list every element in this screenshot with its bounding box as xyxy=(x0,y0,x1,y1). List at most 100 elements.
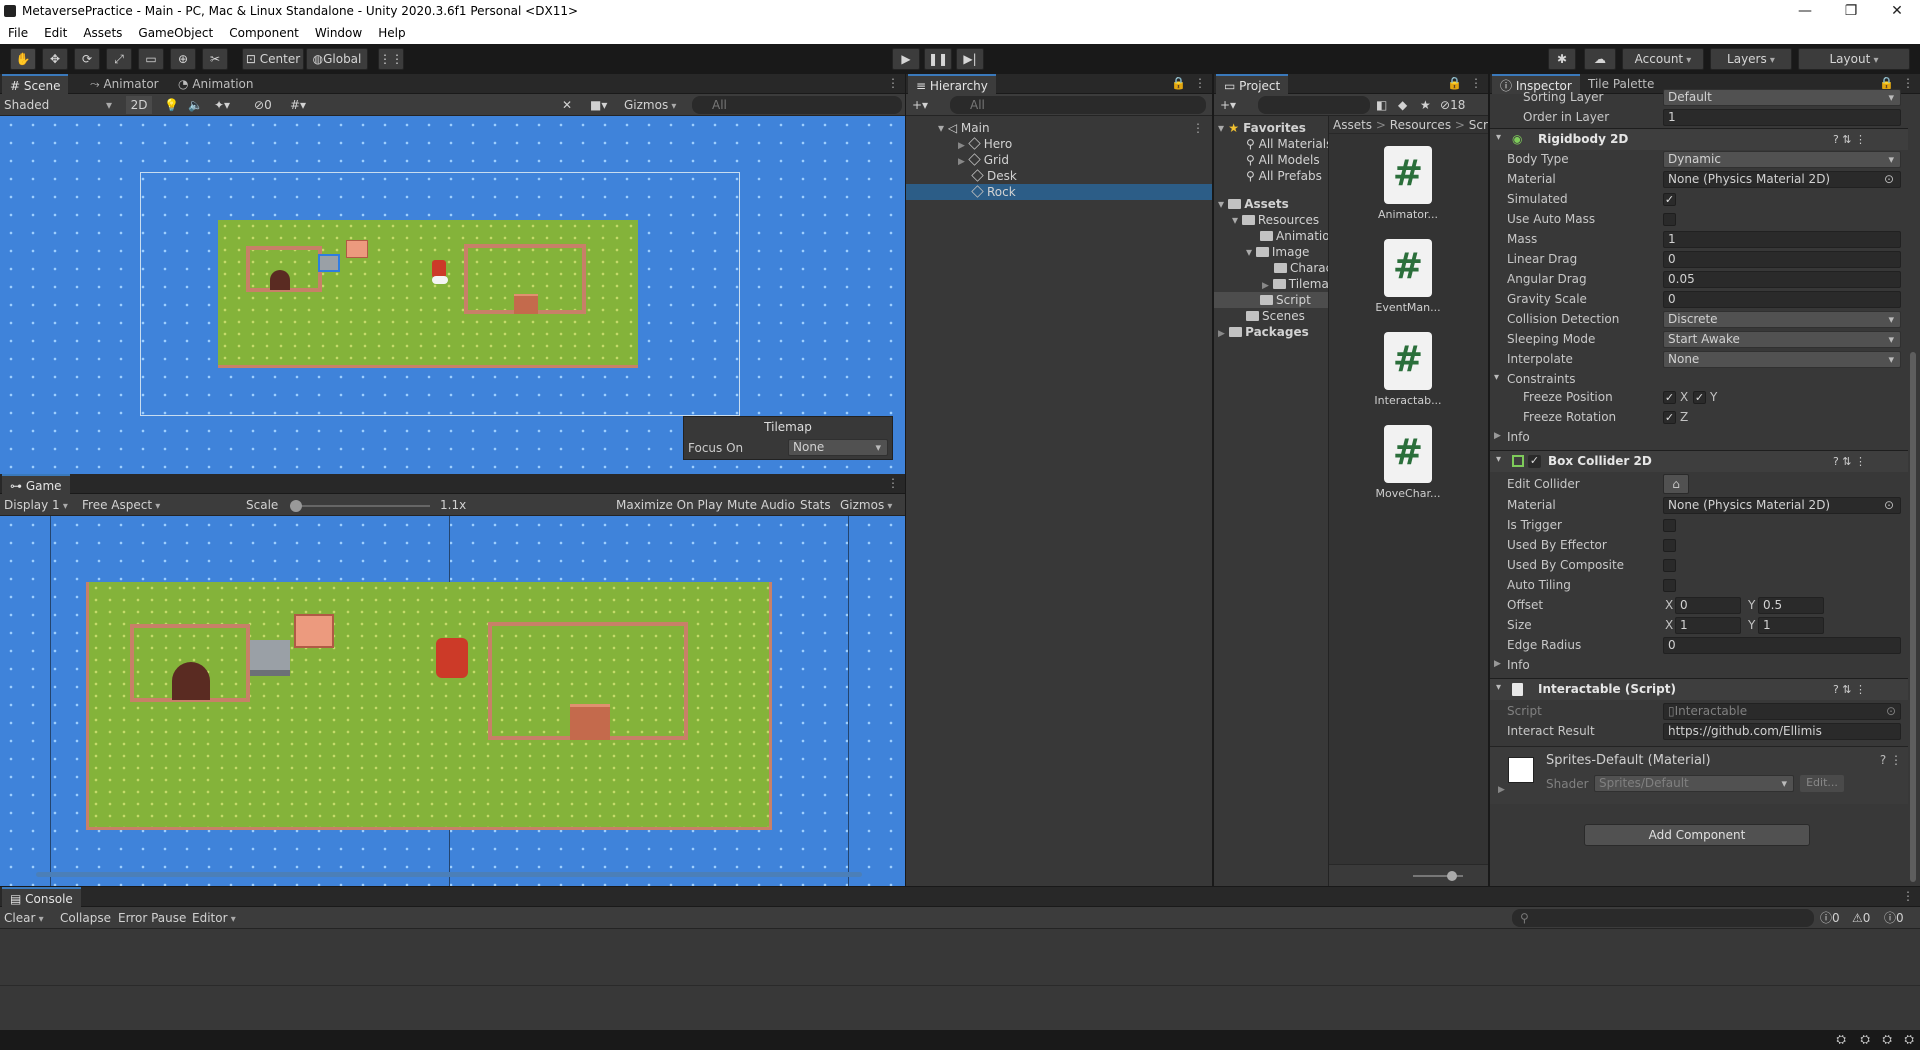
field-checkbox[interactable] xyxy=(1663,579,1676,592)
tab-animator[interactable]: ⤳ Animator xyxy=(82,74,167,94)
maximize-on-play-button[interactable]: Maximize On Play xyxy=(616,496,723,514)
play-button[interactable]: ▶ xyxy=(892,48,920,70)
minimize-button[interactable]: — xyxy=(1782,0,1828,24)
edge-radius-field[interactable]: 0 xyxy=(1663,637,1901,654)
project-search-input[interactable] xyxy=(1258,96,1370,114)
favorite-all-models[interactable]: ⚲ All Models xyxy=(1246,152,1320,168)
account-dropdown[interactable]: Account xyxy=(1622,48,1704,70)
field-dropdown[interactable]: Dynamic xyxy=(1663,151,1901,168)
breadcrumb-item[interactable]: Resources xyxy=(1390,118,1451,132)
menu-file[interactable]: File xyxy=(0,24,36,40)
packages-root[interactable]: ▶ Packages xyxy=(1218,324,1309,340)
field-dropdown[interactable]: Discrete xyxy=(1663,311,1901,328)
lighting-icon[interactable]: 💡 xyxy=(164,96,179,114)
more-menu-icon[interactable]: ⋮ xyxy=(1470,76,1482,90)
more-menu-icon[interactable]: ⋮ xyxy=(1902,889,1914,903)
clear-button[interactable]: Clear xyxy=(4,909,44,927)
add-icon[interactable]: +▾ xyxy=(1220,96,1236,114)
pivot-global-button[interactable]: ◍Global xyxy=(306,48,368,70)
add-icon[interactable]: +▾ xyxy=(912,96,928,114)
size-y-field[interactable]: 1 xyxy=(1758,617,1824,634)
snap-grid-icon[interactable]: ⋮⋮ xyxy=(378,48,404,70)
scene-row-main[interactable]: ▾ ◁ Main ⋮ xyxy=(938,120,1208,136)
offset-y-field[interactable]: 0.5 xyxy=(1758,597,1824,614)
boxcollider2d-header[interactable]: ▾ ✓ Box Collider 2D ? ⇅ ⋮ xyxy=(1490,450,1908,472)
field-object-picker[interactable]: None (Physics Material 2D) xyxy=(1663,171,1901,188)
hierarchy-search-input[interactable]: All xyxy=(950,96,1206,114)
collab-icon[interactable]: ✱ xyxy=(1548,48,1576,70)
tab-game[interactable]: ⊶ Game xyxy=(2,474,70,494)
scene-search-input[interactable]: All xyxy=(692,96,902,114)
order-in-layer-field[interactable]: 1 xyxy=(1663,109,1901,126)
field-input[interactable]: 0.05 xyxy=(1663,271,1901,288)
help-settings-icons[interactable]: ? ⇅ ⋮ xyxy=(1833,133,1866,146)
field-checkbox[interactable]: ✓ xyxy=(1663,193,1676,206)
focus-on-dropdown[interactable]: None xyxy=(788,439,888,456)
more-menu-icon[interactable]: ⋮ xyxy=(887,76,899,90)
offset-x-field[interactable]: 0 xyxy=(1675,597,1741,614)
help-settings-icons[interactable]: ? ⇅ ⋮ xyxy=(1833,455,1866,468)
asset-file[interactable]: # Animator... xyxy=(1373,146,1443,236)
object-picker-icon[interactable]: ⊙ xyxy=(1884,172,1894,186)
gizmos-dropdown[interactable]: Gizmos xyxy=(624,96,676,114)
enabled-checkbox[interactable]: ✓ xyxy=(1528,455,1541,468)
auto-generate-lighting-icon[interactable]: ⛭ xyxy=(1860,1032,1870,1047)
effects-icon[interactable]: ✦▾ xyxy=(214,96,230,114)
folder-resources[interactable]: ▾ Resources xyxy=(1232,212,1319,228)
field-checkbox[interactable] xyxy=(1663,539,1676,552)
hierarchy-item-rock[interactable]: Rock xyxy=(971,184,1016,200)
folder-script[interactable]: Script xyxy=(1260,292,1311,308)
error-pause-button[interactable]: Error Pause xyxy=(118,909,186,927)
rect-tool-icon[interactable]: ▭ xyxy=(138,48,164,70)
hierarchy-item-grid[interactable]: ▶ Grid xyxy=(958,152,1009,168)
help-settings-icons[interactable]: ? ⇅ ⋮ xyxy=(1833,683,1866,696)
folder-image[interactable]: ▾ Image xyxy=(1246,244,1309,260)
tools-icon[interactable]: ✕ xyxy=(562,96,572,114)
scale-slider-handle[interactable] xyxy=(290,500,302,512)
tab-hierarchy[interactable]: ≡ Hierarchy xyxy=(908,74,996,94)
lock-icon[interactable]: 🔒 xyxy=(1447,76,1462,90)
lock-icon[interactable]: 🔒 xyxy=(1171,76,1186,90)
favorite-all-prefabs[interactable]: ⚲ All Prefabs xyxy=(1246,168,1322,184)
add-component-button[interactable]: Add Component xyxy=(1584,824,1810,846)
hierarchy-item-hero[interactable]: ▶ Hero xyxy=(958,136,1012,152)
progress-icon[interactable]: ⛭ xyxy=(1836,1032,1846,1047)
console-search-input[interactable]: ⚲ xyxy=(1512,909,1814,927)
error-count[interactable]: ⓘ0 xyxy=(1820,909,1840,927)
size-x-field[interactable]: 1 xyxy=(1675,617,1741,634)
label-icon[interactable]: ◆ xyxy=(1398,96,1407,114)
more-menu-icon[interactable]: ⋮ xyxy=(1192,120,1204,136)
menu-help[interactable]: Help xyxy=(370,24,413,40)
close-button[interactable]: ✕ xyxy=(1874,0,1920,24)
transform-tool-icon[interactable]: ⊕ xyxy=(170,48,196,70)
star-icon[interactable]: ★ xyxy=(1420,96,1431,114)
field-checkbox[interactable] xyxy=(1663,213,1676,226)
cache-server-icon[interactable]: ⛭ xyxy=(1882,1032,1892,1047)
step-button[interactable]: ▶| xyxy=(956,48,984,70)
mute-audio-button[interactable]: Mute Audio xyxy=(727,496,795,514)
field-checkbox[interactable] xyxy=(1663,519,1676,532)
stats-button[interactable]: Stats xyxy=(800,496,831,514)
move-tool-icon[interactable]: ✥ xyxy=(42,48,68,70)
tab-animation[interactable]: ◔ Animation xyxy=(170,74,262,94)
audio-icon[interactable]: 🔈 xyxy=(188,96,203,114)
field-input[interactable]: 0 xyxy=(1663,291,1901,308)
folder-animation[interactable]: Animation xyxy=(1260,228,1328,244)
asset-file[interactable]: # Interactab... xyxy=(1373,332,1443,422)
field-checkbox[interactable] xyxy=(1663,559,1676,572)
rotate-tool-icon[interactable]: ⟳ xyxy=(74,48,100,70)
freeze-position-y-checkbox[interactable]: ✓ xyxy=(1693,391,1706,404)
menu-component[interactable]: Component xyxy=(221,24,307,40)
field-object-picker[interactable]: None (Physics Material 2D) xyxy=(1663,497,1901,514)
layout-dropdown[interactable]: Layout xyxy=(1798,48,1910,70)
aspect-dropdown[interactable]: Free Aspect xyxy=(82,496,238,514)
hierarchy-item-desk[interactable]: Desk xyxy=(971,168,1017,184)
menu-assets[interactable]: Assets xyxy=(75,24,130,40)
folder-tilema[interactable]: ▶ Tilema xyxy=(1262,276,1328,292)
maximize-button[interactable]: ❐ xyxy=(1828,0,1874,24)
warning-count[interactable]: ⚠0 xyxy=(1852,909,1870,927)
layers-dropdown[interactable]: Layers xyxy=(1710,48,1792,70)
hand-tool-icon[interactable]: ✋ xyxy=(10,48,36,70)
shading-dropdown[interactable]: Shaded ▾ xyxy=(4,96,116,114)
menu-window[interactable]: Window xyxy=(307,24,370,40)
